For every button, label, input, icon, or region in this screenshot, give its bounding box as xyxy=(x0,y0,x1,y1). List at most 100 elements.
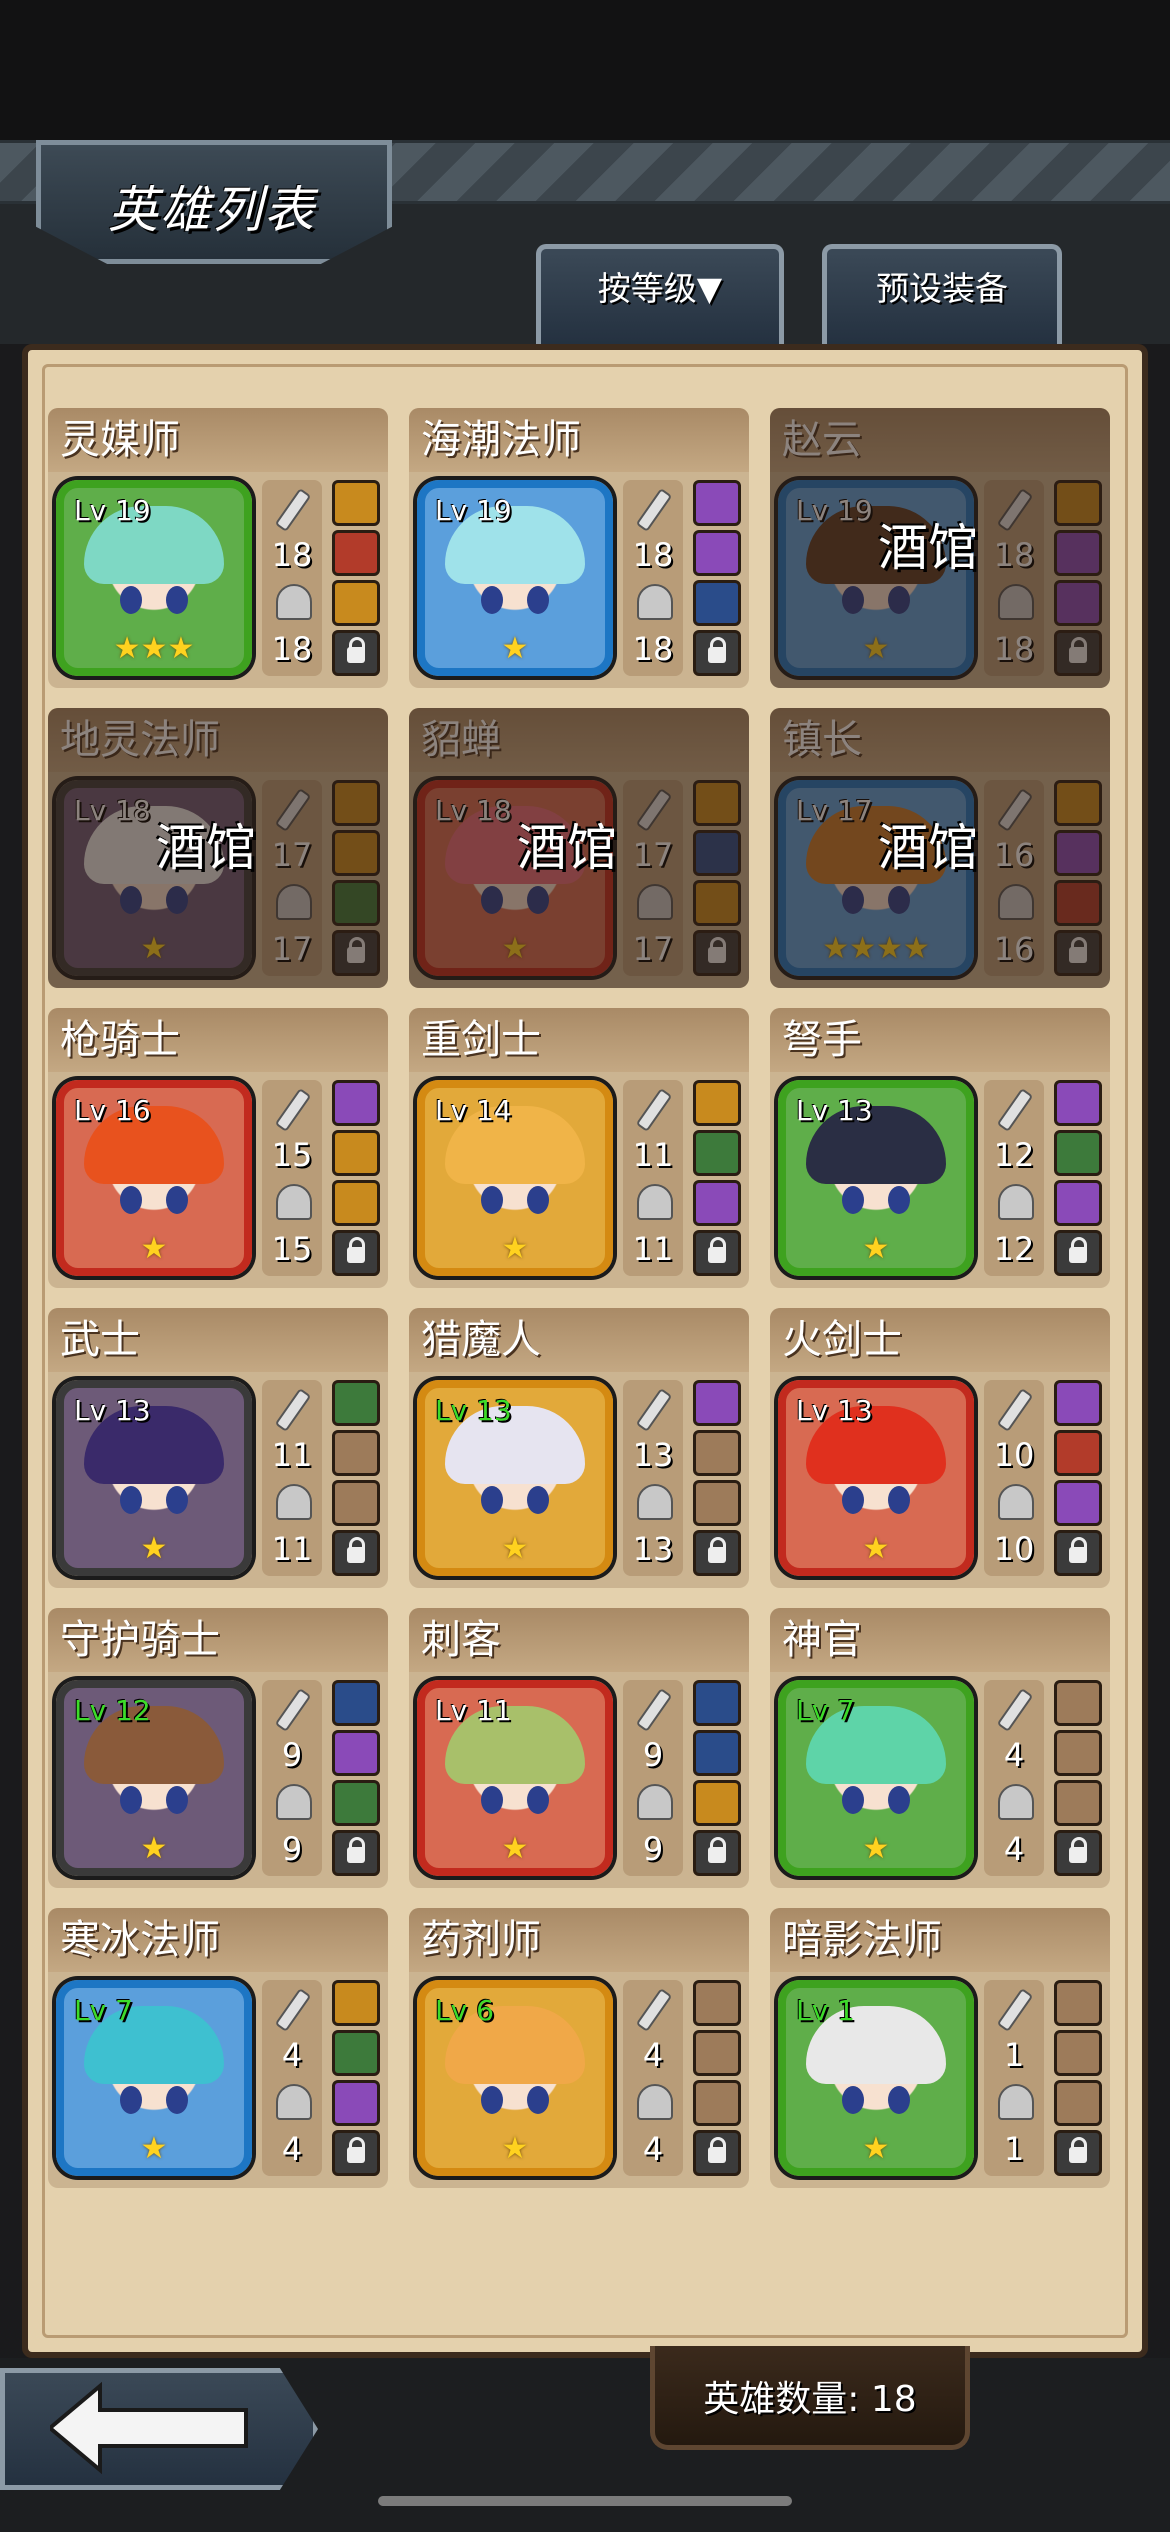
hero-card[interactable]: 镇长 Lv 17 ★★★★ 16 16 酒馆 xyxy=(770,708,1110,988)
hero-portrait[interactable]: Lv 14 ★ xyxy=(417,1080,613,1276)
hero-eye xyxy=(481,1786,503,1814)
hero-card[interactable]: 药剂师 Lv 6 ★ 4 4 xyxy=(409,1908,749,2188)
hero-portrait[interactable]: Lv 19 ★ xyxy=(417,480,613,676)
equipment-slot[interactable] xyxy=(332,480,380,526)
tavern-label: 酒馆 xyxy=(878,819,978,877)
equipment-slot[interactable] xyxy=(332,1130,380,1176)
hero-card[interactable]: 弩手 Lv 13 ★ 12 12 xyxy=(770,1008,1110,1288)
hero-portrait[interactable]: Lv 19 ★★★ xyxy=(56,480,252,676)
hero-portrait[interactable]: Lv 7 ★ xyxy=(778,1680,974,1876)
hero-card[interactable]: 刺客 Lv 11 ★ 9 9 xyxy=(409,1608,749,1888)
equipment-slot[interactable] xyxy=(693,1380,741,1426)
equipment-slot[interactable] xyxy=(332,2080,380,2126)
equipment-slot[interactable] xyxy=(693,1680,741,1726)
lock-icon xyxy=(693,630,741,676)
equipment-slot[interactable] xyxy=(332,1080,380,1126)
sword-icon xyxy=(996,1987,1034,2033)
equipment-slots xyxy=(1052,1680,1104,1876)
equipment-slot[interactable] xyxy=(332,1430,380,1476)
hero-card[interactable]: 海潮法师 Lv 19 ★ 18 18 xyxy=(409,408,749,688)
equipment-slot[interactable] xyxy=(693,480,741,526)
tavern-label: 酒馆 xyxy=(878,519,978,577)
hero-card[interactable]: 灵媒师 Lv 19 ★★★ 18 18 xyxy=(48,408,388,688)
helmet-icon xyxy=(276,1784,312,1820)
equipment-slot[interactable] xyxy=(693,1730,741,1776)
hero-card[interactable]: 猎魔人 Lv 13 ★ 13 13 xyxy=(409,1308,749,1588)
equipment-slots xyxy=(330,1980,382,2176)
hero-portrait[interactable]: Lv 13 ★ xyxy=(778,1380,974,1576)
equipment-slot[interactable] xyxy=(693,1780,741,1826)
sort-by-level-button[interactable]: 按等级▼ xyxy=(536,244,784,344)
equipment-slot[interactable] xyxy=(1054,1780,1102,1826)
hero-portrait[interactable]: Lv 6 ★ xyxy=(417,1980,613,2176)
sword-icon xyxy=(274,1087,312,1133)
equipment-slot[interactable] xyxy=(693,1430,741,1476)
star-rating-icon: ★ xyxy=(862,1231,890,1266)
equipment-slot[interactable] xyxy=(332,580,380,626)
equipment-slot[interactable] xyxy=(693,2030,741,2076)
back-arrow-icon[interactable] xyxy=(50,2378,250,2478)
equipment-slot[interactable] xyxy=(332,1780,380,1826)
equipment-slot[interactable] xyxy=(332,1480,380,1526)
equipment-slot[interactable] xyxy=(1054,1380,1102,1426)
equipment-slot[interactable] xyxy=(1054,2030,1102,2076)
equipment-slot[interactable] xyxy=(693,1980,741,2026)
equipment-slot[interactable] xyxy=(332,1980,380,2026)
equipment-slot[interactable] xyxy=(1054,1480,1102,1526)
hero-level: Lv 19 xyxy=(435,494,512,527)
hero-card[interactable]: 武士 Lv 13 ★ 11 11 xyxy=(48,1308,388,1588)
equipment-slot[interactable] xyxy=(332,2030,380,2076)
equipment-slot[interactable] xyxy=(693,1180,741,1226)
equipment-slot[interactable] xyxy=(693,1130,741,1176)
hero-card[interactable]: 枪骑士 Lv 16 ★ 15 15 xyxy=(48,1008,388,1288)
star-rating-icon: ★ xyxy=(862,2131,890,2166)
equipment-slot[interactable] xyxy=(332,1180,380,1226)
hero-portrait[interactable]: Lv 12 ★ xyxy=(56,1680,252,1876)
stat-column: 11 11 xyxy=(623,1080,683,1276)
equipment-slot[interactable] xyxy=(1054,1680,1102,1726)
hero-portrait[interactable]: Lv 11 ★ xyxy=(417,1680,613,1876)
hero-eye xyxy=(527,1786,549,1814)
hero-portrait[interactable]: Lv 13 ★ xyxy=(778,1080,974,1276)
equipment-slot[interactable] xyxy=(332,1730,380,1776)
equipment-slot[interactable] xyxy=(332,1680,380,1726)
equipment-slot[interactable] xyxy=(1054,1180,1102,1226)
equipment-slot[interactable] xyxy=(1054,1730,1102,1776)
hero-portrait[interactable]: Lv 13 ★ xyxy=(417,1380,613,1576)
hero-portrait[interactable]: Lv 7 ★ xyxy=(56,1980,252,2176)
hero-portrait[interactable]: Lv 16 ★ xyxy=(56,1080,252,1276)
helmet-icon xyxy=(637,1784,673,1820)
equipment-slots xyxy=(691,480,743,676)
equipment-slot[interactable] xyxy=(693,1480,741,1526)
equipment-slot[interactable] xyxy=(1054,1430,1102,1476)
star-rating-icon: ★ xyxy=(140,1231,168,1266)
hero-name: 猎魔人 xyxy=(409,1308,749,1372)
equipment-slot[interactable] xyxy=(1054,1080,1102,1126)
hero-level: Lv 16 xyxy=(74,1094,151,1127)
equipment-slot[interactable] xyxy=(1054,2080,1102,2126)
equipment-slot[interactable] xyxy=(1054,1130,1102,1176)
preset-equipment-button[interactable]: 预设装备 xyxy=(822,244,1062,344)
hero-card[interactable]: 火剑士 Lv 13 ★ 10 10 xyxy=(770,1308,1110,1588)
equipment-slot[interactable] xyxy=(332,530,380,576)
hero-portrait[interactable]: Lv 13 ★ xyxy=(56,1380,252,1576)
hero-portrait[interactable]: Lv 1 ★ xyxy=(778,1980,974,2176)
defense-value: 11 xyxy=(632,1230,674,1268)
equipment-slot[interactable] xyxy=(693,580,741,626)
equipment-slot[interactable] xyxy=(693,1080,741,1126)
hero-card[interactable]: 貂蝉 Lv 18 ★ 17 17 酒馆 xyxy=(409,708,749,988)
hero-card[interactable]: 暗影法师 Lv 1 ★ 1 1 xyxy=(770,1908,1110,2188)
equipment-slot[interactable] xyxy=(332,1380,380,1426)
defense-value: 18 xyxy=(632,630,674,668)
hero-card[interactable]: 神官 Lv 7 ★ 4 4 xyxy=(770,1608,1110,1888)
equipment-slot[interactable] xyxy=(1054,1980,1102,2026)
equipment-slot[interactable] xyxy=(693,2080,741,2126)
hero-card[interactable]: 守护骑士 Lv 12 ★ 9 9 xyxy=(48,1608,388,1888)
equipment-slot[interactable] xyxy=(693,530,741,576)
hero-card[interactable]: 赵云 Lv 19 ★ 18 18 酒馆 xyxy=(770,408,1110,688)
hero-card[interactable]: 寒冰法师 Lv 7 ★ 4 4 xyxy=(48,1908,388,2188)
hero-card[interactable]: 重剑士 Lv 14 ★ 11 11 xyxy=(409,1008,749,1288)
hero-card[interactable]: 地灵法师 Lv 18 ★ 17 17 酒馆 xyxy=(48,708,388,988)
home-indicator[interactable] xyxy=(378,2496,792,2506)
sword-icon xyxy=(274,1387,312,1433)
